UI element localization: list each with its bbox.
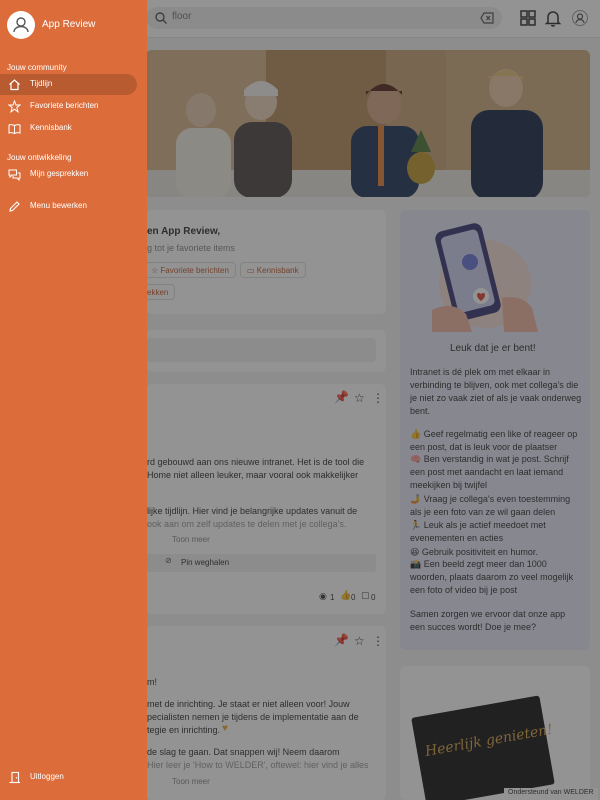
logout-icon	[9, 771, 20, 784]
logout-button[interactable]: Uitloggen	[0, 767, 137, 788]
nav-item-edit-menu[interactable]: Menu bewerken	[0, 196, 137, 217]
star-icon	[8, 100, 21, 113]
home-icon	[9, 79, 20, 91]
user-avatar-icon	[13, 17, 29, 33]
section-development: Jouw ontwikkeling	[7, 153, 72, 162]
pencil-icon	[9, 201, 20, 212]
book-icon	[8, 124, 21, 135]
chat-icon	[8, 169, 21, 181]
logout-label: Uitloggen	[30, 772, 64, 781]
nav-item-kennisbank[interactable]: Kennisbank	[0, 118, 137, 139]
nav-label-edit-menu: Menu bewerken	[30, 201, 87, 210]
nav-item-tijdlijn[interactable]: Tijdlijn	[0, 74, 137, 95]
navigation-drawer: App Review Jouw community Tijdlijn Favor…	[0, 0, 147, 800]
nav-item-favorite-posts[interactable]: Favoriete berichten	[0, 96, 137, 117]
nav-label-favorite-posts: Favoriete berichten	[30, 101, 99, 110]
nav-item-conversations[interactable]: Mijn gesprekken	[0, 164, 137, 185]
nav-label-tijdlijn: Tijdlijn	[30, 79, 53, 88]
section-community: Jouw community	[7, 63, 67, 72]
avatar[interactable]	[7, 11, 35, 39]
nav-label-kennisbank: Kennisbank	[30, 123, 72, 132]
app-title: App Review	[42, 19, 96, 30]
nav-label-conversations: Mijn gesprekken	[30, 169, 89, 178]
